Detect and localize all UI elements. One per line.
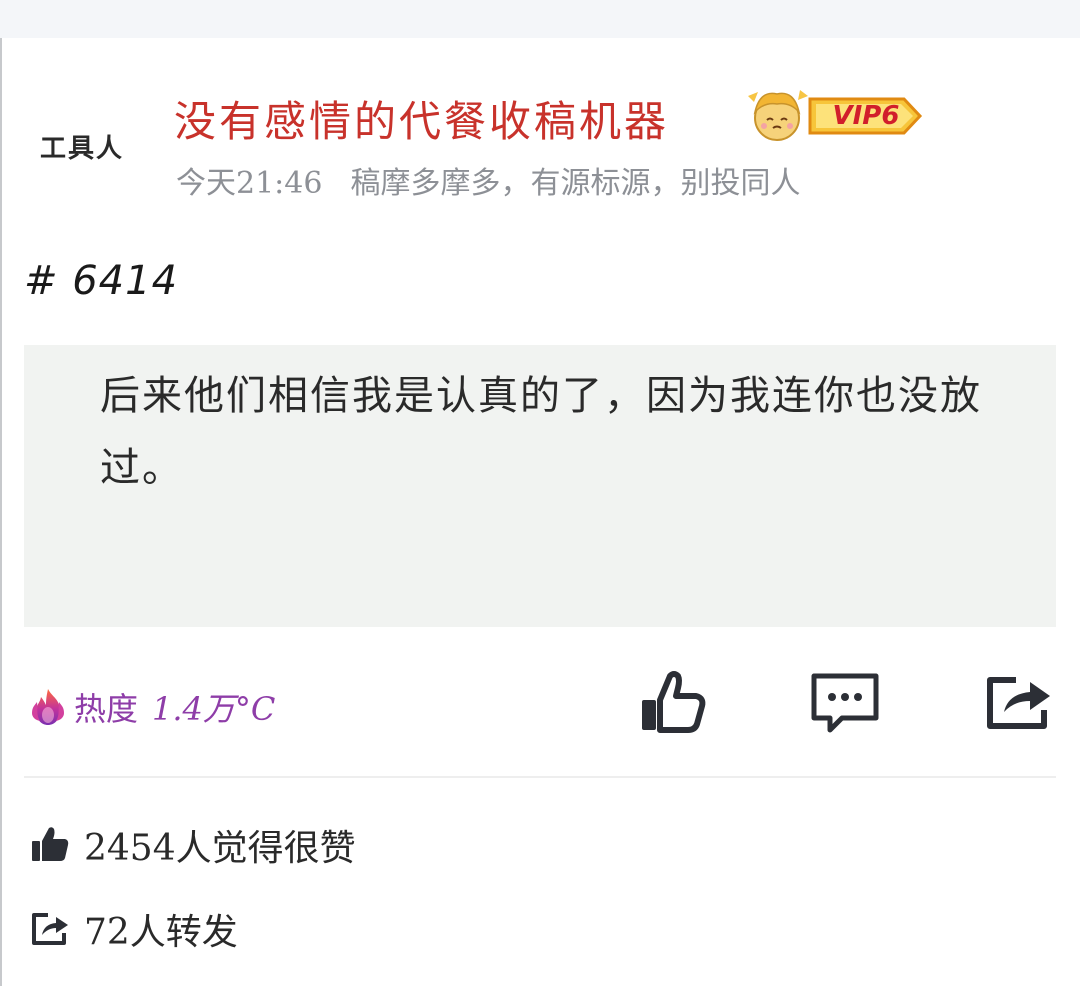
post-time: 今天21:46 [176,166,323,201]
heat-value: 1.4万°C [152,690,276,728]
author-bio: 稿摩多摩多，有源标源，别投同人 [350,166,801,201]
like-button[interactable] [636,668,708,738]
likes-count-row[interactable]: 2454人觉得很赞 [30,822,356,869]
flame-icon [32,689,64,725]
share-icon [32,913,68,945]
share-button[interactable] [982,668,1054,738]
top-strip [0,0,1080,38]
post-meta: 今天21:46 稿摩多摩多，有源标源，别投同人 [176,158,800,202]
share-icon [987,677,1050,729]
vip-level-label: VIP6 [832,101,900,131]
left-edge [0,38,2,986]
comment-button[interactable] [808,668,880,738]
author-name[interactable]: 没有感情的代餐收稿机器 [174,88,669,149]
divider [24,776,1056,778]
comment-icon [811,673,879,733]
heat-label: 热度 [74,690,139,728]
heat-indicator: 热度 1.4万°C [26,682,275,732]
author-avatar[interactable]: 工具人 [40,128,140,164]
thumbs-up-icon [642,671,706,733]
post-detail-page: 工具人 没有感情的代餐收稿机器 VIP6 今天21:46 稿摩多摩多，有源标源，别… [0,0,1080,986]
mascot-badge-icon [748,90,808,141]
quote-text: 后来他们相信我是认真的了，因为我连你也没放过。 [100,373,982,491]
likes-text: 2454人觉得很赞 [84,828,356,869]
reposts-text: 72人转发 [84,912,238,953]
reposts-count-row[interactable]: 72人转发 [30,906,238,953]
thumbs-up-icon [32,827,69,861]
post-number: # 6414 [24,258,179,304]
